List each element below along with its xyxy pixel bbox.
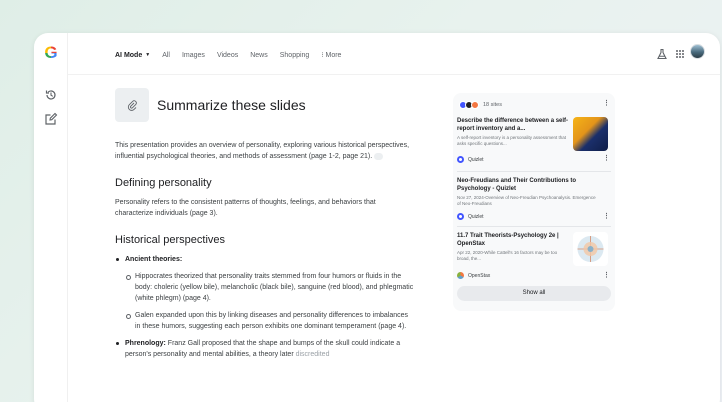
browser-window: G AI Mode ▼ All Images Videos News Shoppi… (34, 33, 720, 402)
tab-shopping[interactable]: Shopping (280, 52, 310, 59)
sources-panel: 18 sites ⋮ Describe the difference betwe… (453, 93, 615, 311)
left-rail: G (34, 33, 68, 402)
caret-down-icon: ▼ (145, 52, 151, 58)
divider (457, 171, 611, 172)
source-thumbnail (573, 232, 608, 266)
list-item: Galen expanded upon this by linking dise… (125, 310, 415, 332)
intro-paragraph: This presentation provides an overview o… (115, 142, 410, 160)
section-heading-defining: Defining personality (115, 177, 212, 189)
tab-images[interactable]: Images (182, 52, 205, 59)
divider (457, 226, 611, 227)
history-icon[interactable] (44, 88, 58, 102)
source-card[interactable]: Neo-Freudians and Their Contributions to… (457, 177, 610, 223)
paperclip-icon (127, 100, 137, 111)
source-card[interactable]: 11.7 Trait Theorists-Psychology 2e | Ope… (457, 232, 610, 282)
source-card-snippet: Apr 22, 2020-While Cattell's 16 factors … (457, 250, 558, 261)
show-all-button[interactable]: Show all (457, 286, 611, 301)
more-options-icon[interactable]: ⋮ (603, 213, 610, 220)
source-attribution: Quizlet (457, 213, 484, 220)
list-item: Hippocrates theorized that personality t… (125, 271, 415, 304)
defining-paragraph: Personality refers to the consistent pat… (115, 199, 376, 217)
link-chip-icon[interactable] (374, 152, 384, 160)
source-attribution: Quizlet (457, 156, 484, 163)
tab-ai-mode[interactable]: AI Mode ▼ (115, 52, 150, 59)
tab-all[interactable]: All (162, 52, 170, 59)
source-card-snippet: Nov 27, 2024-Overview of Neo-Freudian Ps… (457, 195, 596, 206)
sources-header[interactable]: 18 sites (459, 101, 502, 109)
attachment-thumbnail[interactable] (115, 88, 149, 122)
source-favicons (459, 101, 479, 109)
source-card-title: Describe the difference between a self-r… (457, 118, 569, 132)
user-avatar[interactable] (690, 44, 705, 59)
source-card-title: Neo-Freudians and Their Contributions to… (457, 178, 576, 192)
tab-videos[interactable]: Videos (217, 52, 238, 59)
historical-list: Ancient theories: Hippocrates theorized … (115, 254, 415, 360)
search-tabs: AI Mode ▼ All Images Videos News Shopping… (115, 51, 341, 60)
openstax-favicon-icon (471, 101, 479, 109)
list-item: Ancient theories: Hippocrates theorized … (115, 254, 415, 332)
trait-diagram-icon (577, 236, 604, 262)
more-options-icon[interactable]: ⋮ (603, 100, 610, 107)
tab-news[interactable]: News (250, 52, 268, 59)
source-card-title: 11.7 Trait Theorists-Psychology 2e | Ope… (457, 233, 559, 247)
query-text: Summarize these slides (157, 97, 306, 113)
apps-grid-icon[interactable] (674, 47, 686, 59)
google-logo[interactable]: G (43, 44, 59, 61)
list-item: Phrenology: Franz Gall proposed that the… (115, 338, 415, 360)
tab-more[interactable]: ⁝ More (321, 51, 341, 59)
ancient-sublist: Hippocrates theorized that personality t… (125, 271, 415, 332)
new-chat-icon[interactable] (44, 112, 58, 126)
openstax-logo-icon (457, 272, 464, 279)
sources-count: 18 sites (483, 102, 502, 108)
source-thumbnail (573, 117, 608, 151)
quizlet-logo-icon (457, 213, 464, 220)
labs-flask-icon[interactable] (656, 47, 668, 60)
more-options-icon[interactable]: ⋮ (603, 272, 610, 279)
source-card[interactable]: Describe the difference between a self-r… (457, 117, 610, 165)
user-query: Summarize these slides (115, 88, 415, 122)
more-options-icon[interactable]: ⋮ (603, 155, 610, 162)
source-card-snippet: A self-report inventory is a personality… (457, 135, 567, 146)
quizlet-logo-icon (457, 156, 464, 163)
top-header: AI Mode ▼ All Images Videos News Shopping… (68, 33, 720, 75)
ai-response: Summarize these slides This presentation… (115, 88, 415, 360)
source-attribution: OpenStax (457, 272, 490, 279)
section-heading-historical: Historical perspectives (115, 234, 226, 246)
